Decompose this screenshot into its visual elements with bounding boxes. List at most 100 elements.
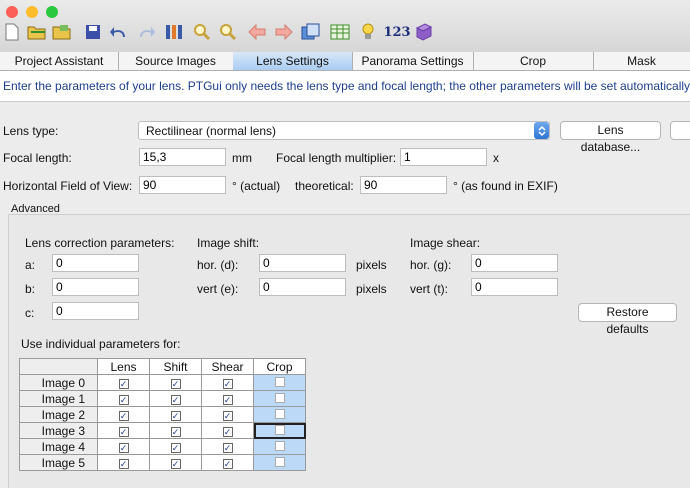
lens-cell: ✓ — [97, 390, 150, 407]
grid-corner — [19, 358, 98, 375]
row-header[interactable]: Image 1 — [19, 390, 98, 407]
checkbox-unchecked[interactable] — [274, 424, 285, 435]
checkbox-unchecked[interactable] — [274, 376, 285, 387]
hor-g-input[interactable] — [471, 254, 558, 272]
focal-length-label: Focal length: — [3, 151, 72, 165]
minimize-window-button[interactable] — [26, 6, 38, 18]
numbers-icon[interactable]: 123 — [383, 22, 410, 42]
lens-cell: ✓ — [97, 374, 150, 391]
save-icon[interactable] — [83, 22, 103, 42]
hfov-input[interactable] — [139, 176, 226, 194]
hor-d-input[interactable] — [259, 254, 346, 272]
lens-type-select[interactable]: Rectilinear (normal lens) — [138, 121, 550, 140]
a-input[interactable] — [52, 254, 139, 272]
shift-cell: ✓ — [149, 390, 202, 407]
extra-button[interactable] — [670, 121, 690, 140]
row-header[interactable]: Image 3 — [19, 422, 98, 439]
lens-cell: ✓ — [97, 454, 150, 471]
tab-source-images[interactable]: Source Images — [118, 52, 234, 70]
zoom-out-icon[interactable] — [218, 22, 238, 42]
new-document-icon[interactable] — [2, 22, 22, 42]
shear-cell: ✓ — [201, 390, 254, 407]
tab-lens-settings[interactable]: Lens Settings — [233, 52, 353, 70]
zoom-window-button[interactable] — [46, 6, 58, 18]
b-input[interactable] — [52, 278, 139, 296]
open-images-icon[interactable] — [52, 22, 72, 42]
crop-cell — [253, 406, 306, 423]
restore-defaults-button[interactable]: Restore defaults — [578, 303, 677, 336]
crop-cell — [253, 374, 306, 391]
undo-icon[interactable] — [109, 22, 129, 42]
shift-title: Image shift: — [197, 236, 260, 250]
tab-panorama-settings[interactable]: Panorama Settings — [352, 52, 474, 70]
shear-cell: ✓ — [201, 374, 254, 391]
shift-cell: ✓ — [149, 406, 202, 423]
row-header[interactable]: Image 0 — [19, 374, 98, 391]
redo-icon[interactable] — [136, 22, 156, 42]
chevron-updown-icon — [534, 122, 549, 139]
vert-e-input[interactable] — [259, 278, 346, 296]
checkbox-checked[interactable]: ✓ — [222, 378, 233, 389]
row-header[interactable]: Image 2 — [19, 406, 98, 423]
checkbox-checked[interactable]: ✓ — [222, 410, 233, 421]
table-icon[interactable] — [330, 22, 350, 42]
checkbox-checked[interactable]: ✓ — [118, 410, 129, 421]
shear-title: Image shear: — [410, 236, 481, 250]
theoretical-input[interactable] — [360, 176, 447, 194]
open-folder-icon[interactable] — [27, 22, 47, 42]
checkbox-checked[interactable]: ✓ — [170, 410, 181, 421]
checkbox-checked[interactable]: ✓ — [118, 426, 129, 437]
focal-length-input[interactable] — [139, 148, 226, 166]
checkbox-checked[interactable]: ✓ — [170, 426, 181, 437]
row-header[interactable]: Image 5 — [19, 454, 98, 471]
checkbox-unchecked[interactable] — [274, 408, 285, 419]
checkbox-checked[interactable]: ✓ — [118, 378, 129, 389]
book-icon[interactable] — [414, 22, 434, 42]
checkbox-checked[interactable]: ✓ — [118, 458, 129, 469]
checkbox-checked[interactable]: ✓ — [170, 442, 181, 453]
pixels-label-1: pixels — [356, 258, 387, 272]
checkbox-checked[interactable]: ✓ — [170, 458, 181, 469]
checkbox-unchecked[interactable] — [274, 456, 285, 467]
checkbox-checked[interactable]: ✓ — [170, 378, 181, 389]
hor-g-label: hor. (g): — [410, 258, 452, 272]
back-arrow-icon[interactable] — [247, 22, 267, 42]
table-row: Image 3 ✓ ✓ ✓ — [19, 422, 306, 439]
c-input[interactable] — [52, 302, 139, 320]
table-row: Image 0 ✓ ✓ ✓ — [19, 374, 306, 391]
checkbox-checked[interactable]: ✓ — [222, 442, 233, 453]
c-label: c: — [25, 306, 35, 320]
lens-type-label: Lens type: — [3, 124, 59, 138]
individual-params-grid: Lens Shift Shear Crop Image 0 ✓ ✓ ✓ Image 1 ✓… — [19, 358, 306, 471]
column-header-shear: Shear — [201, 358, 254, 375]
vert-t-input[interactable] — [471, 278, 558, 296]
checkbox-checked[interactable]: ✓ — [222, 426, 233, 437]
checkbox-checked[interactable]: ✓ — [118, 394, 129, 405]
tools-icon[interactable] — [164, 22, 184, 42]
row-header[interactable]: Image 4 — [19, 438, 98, 455]
forward-arrow-icon[interactable] — [274, 22, 294, 42]
lens-database-button[interactable]: Lens database... — [560, 121, 661, 154]
checkbox-checked[interactable]: ✓ — [222, 458, 233, 469]
tab-crop[interactable]: Crop — [473, 52, 594, 70]
checkbox-checked[interactable]: ✓ — [118, 442, 129, 453]
checkbox-checked[interactable]: ✓ — [170, 394, 181, 405]
checkbox-unchecked[interactable] — [274, 392, 285, 403]
shear-cell: ✓ — [201, 454, 254, 471]
close-window-button[interactable] — [6, 6, 18, 18]
individual-params-title: Use individual parameters for: — [21, 337, 181, 351]
hfov-suffix: ° (actual) — [232, 179, 281, 193]
lens-cell: ✓ — [97, 438, 150, 455]
multiplier-input[interactable] — [400, 148, 487, 166]
zoom-in-icon[interactable] — [192, 22, 212, 42]
info-text: Enter the parameters of your lens. PTGui… — [3, 79, 690, 93]
checkbox-checked[interactable]: ✓ — [222, 394, 233, 405]
shift-cell: ✓ — [149, 422, 202, 439]
panorama-editor-icon[interactable] — [301, 22, 321, 42]
lightbulb-icon[interactable] — [358, 22, 378, 42]
tab-mask[interactable]: Mask — [593, 52, 690, 70]
focal-length-unit: mm — [232, 151, 252, 165]
checkbox-unchecked[interactable] — [274, 440, 285, 451]
tab-project-assistant[interactable]: Project Assistant — [0, 52, 119, 70]
info-banner: Enter the parameters of your lens. PTGui… — [0, 71, 690, 102]
